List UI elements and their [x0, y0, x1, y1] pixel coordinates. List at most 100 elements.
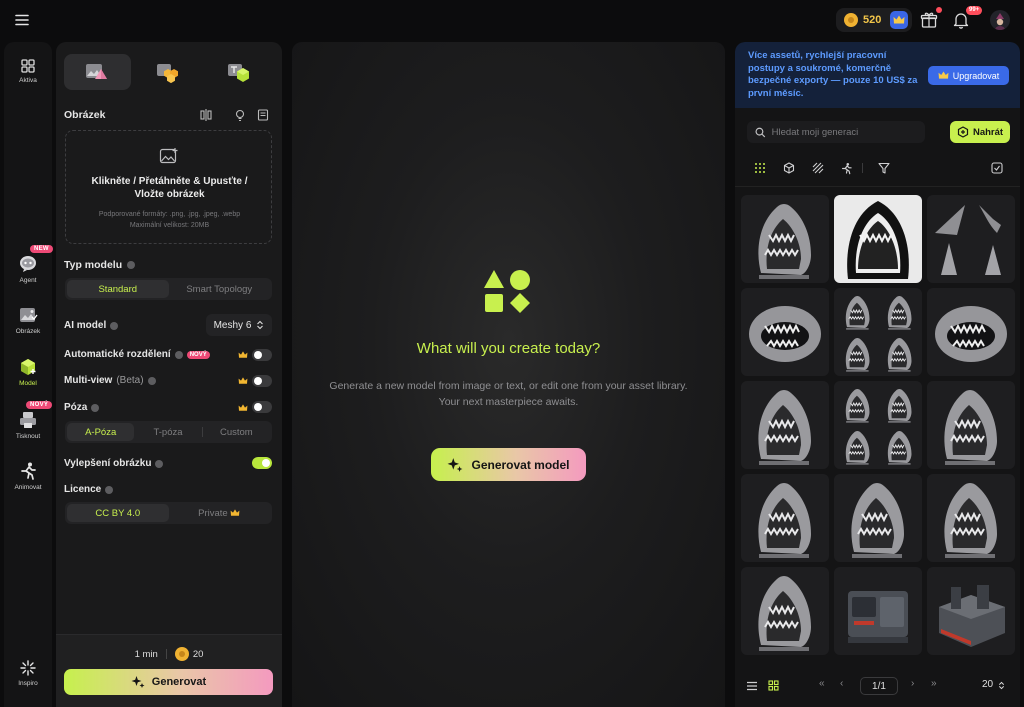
menu-icon[interactable] [13, 11, 31, 29]
image-to-3d-icon [86, 64, 108, 79]
upgrade-crown-button[interactable] [890, 11, 908, 29]
page-indicator[interactable]: 1/1 [860, 677, 898, 695]
upload-max-size: Maximální velikost: 20MB [129, 222, 210, 229]
lightbulb-icon[interactable] [233, 108, 247, 122]
prev-page-icon[interactable]: ‹ [840, 678, 843, 689]
select-checkbox-icon[interactable] [987, 158, 1007, 178]
upload-button[interactable]: Nahrát [950, 121, 1010, 143]
crown-icon [238, 377, 248, 384]
image-upload-dropzone[interactable]: Klikněte / Přetáhněte & Upusťte / Vložte… [65, 130, 272, 244]
info-icon[interactable] [91, 403, 100, 412]
info-icon[interactable] [155, 459, 164, 468]
ai-model-select[interactable]: Meshy 6 [206, 314, 272, 336]
nav-print[interactable]: Tisknout [4, 410, 52, 440]
cube-icon [21, 359, 36, 375]
filter-model-icon[interactable] [779, 158, 799, 178]
image-enhance-label-text: Vylepšení obrázku [64, 458, 152, 469]
nav-assets[interactable]: Aktiva [4, 58, 52, 84]
asset-thumbnail[interactable] [927, 381, 1015, 469]
license-private[interactable]: Private [169, 504, 271, 522]
image-enhance-toggle[interactable] [252, 457, 272, 469]
gift-icon[interactable] [919, 10, 939, 30]
asset-thumbnail[interactable] [927, 195, 1015, 283]
asset-thumbnail[interactable] [741, 381, 829, 469]
nav-model[interactable]: Model [4, 357, 52, 387]
asset-thumbnail[interactable] [927, 567, 1015, 655]
shapes-logo-icon [484, 270, 530, 313]
license-cc-by[interactable]: CC BY 4.0 [67, 504, 169, 522]
nav-agent-label: Agent [19, 277, 37, 284]
pose-toggle[interactable] [252, 401, 272, 413]
avatar[interactable] [990, 10, 1010, 30]
book-icon[interactable] [256, 108, 270, 122]
asset-thumbnail[interactable] [927, 288, 1015, 376]
next-page-icon[interactable]: › [911, 678, 914, 689]
credits-count: 520 [863, 14, 882, 26]
last-page-icon[interactable]: » [931, 678, 937, 689]
pose-custom[interactable]: Custom [203, 423, 270, 441]
shark-head-preview [749, 306, 821, 362]
tab-multi-image[interactable] [135, 54, 202, 90]
generate-model-label: Generovat model [471, 457, 570, 472]
info-icon[interactable] [110, 321, 119, 330]
divider [165, 649, 167, 659]
generate-model-button[interactable]: Generovat model [431, 448, 586, 481]
asset-thumbnail[interactable] [834, 567, 922, 655]
search-box[interactable] [747, 121, 925, 143]
list-view-icon[interactable] [746, 681, 758, 691]
multiview-toggle[interactable] [252, 375, 272, 387]
tab-image-to-3d[interactable] [64, 54, 131, 90]
asset-thumbnail[interactable] [834, 381, 922, 469]
generate-button[interactable]: Generovat [64, 669, 273, 695]
nav-agent[interactable]: Agent [4, 254, 52, 284]
nav-image[interactable]: Obrázek [4, 305, 52, 335]
image-enhance-label: Vylepšení obrázku [64, 458, 164, 469]
nav-inspire-label: Inspiro [18, 680, 38, 687]
nav-animate[interactable]: Animovat [4, 461, 52, 491]
asset-thumbnail[interactable] [927, 474, 1015, 562]
search-input[interactable] [771, 126, 917, 138]
filter-all-icon[interactable] [750, 158, 770, 178]
sparkle-icon [448, 457, 463, 472]
split-icon[interactable] [199, 108, 213, 122]
nav-inspire[interactable]: Inspiro [4, 659, 52, 687]
filter-funnel-icon[interactable] [874, 158, 894, 178]
model-type-standard[interactable]: Standard [67, 280, 169, 298]
filter-animation-icon[interactable] [836, 158, 856, 178]
asset-thumbnail[interactable] [834, 474, 922, 562]
first-page-icon[interactable]: « [819, 678, 825, 689]
info-icon[interactable] [174, 350, 183, 359]
filter-texture-icon[interactable] [808, 158, 828, 178]
crown-icon [230, 509, 240, 516]
per-page-select[interactable]: 20 [982, 679, 993, 690]
pose-t[interactable]: T-póza [134, 423, 201, 441]
model-type-smart-topology[interactable]: Smart Topology [169, 280, 271, 298]
auto-split-label: Automatické rozdělení NOVÝ [64, 349, 210, 360]
asset-thumbnail[interactable] [834, 195, 922, 283]
model-type-label-text: Typ modelu [64, 259, 123, 271]
asset-thumbnail[interactable] [741, 288, 829, 376]
asset-thumbnail[interactable] [741, 567, 829, 655]
grid-view-icon[interactable] [768, 680, 779, 691]
mode-tabs [64, 54, 272, 90]
multiview-label: Multi-view (Beta) [64, 375, 156, 386]
upgrade-button[interactable]: Upgradovat [928, 66, 1009, 85]
pose-a[interactable]: A-Póza [67, 423, 135, 441]
asset-thumbnail[interactable] [834, 288, 922, 376]
upgrade-label: Upgradovat [952, 70, 1000, 81]
info-icon[interactable] [147, 376, 156, 385]
tab-text-to-3d[interactable] [205, 54, 272, 90]
pose-label: Póza [64, 402, 100, 413]
chevron-updown-icon [998, 681, 1005, 690]
auto-split-toggle[interactable] [252, 349, 272, 361]
info-icon[interactable] [127, 261, 136, 269]
nav-print-label: Tisknout [15, 433, 41, 440]
shark-jaw-preview [758, 204, 811, 279]
shark-jaw-preview [851, 483, 904, 558]
info-icon[interactable] [105, 485, 114, 494]
shark-jaw-preview [758, 390, 811, 465]
asset-thumbnail[interactable] [741, 195, 829, 283]
image-section-title-text: Obrázek [64, 109, 106, 121]
asset-thumbnail[interactable] [741, 474, 829, 562]
credits-widget[interactable]: 520 [836, 8, 912, 32]
